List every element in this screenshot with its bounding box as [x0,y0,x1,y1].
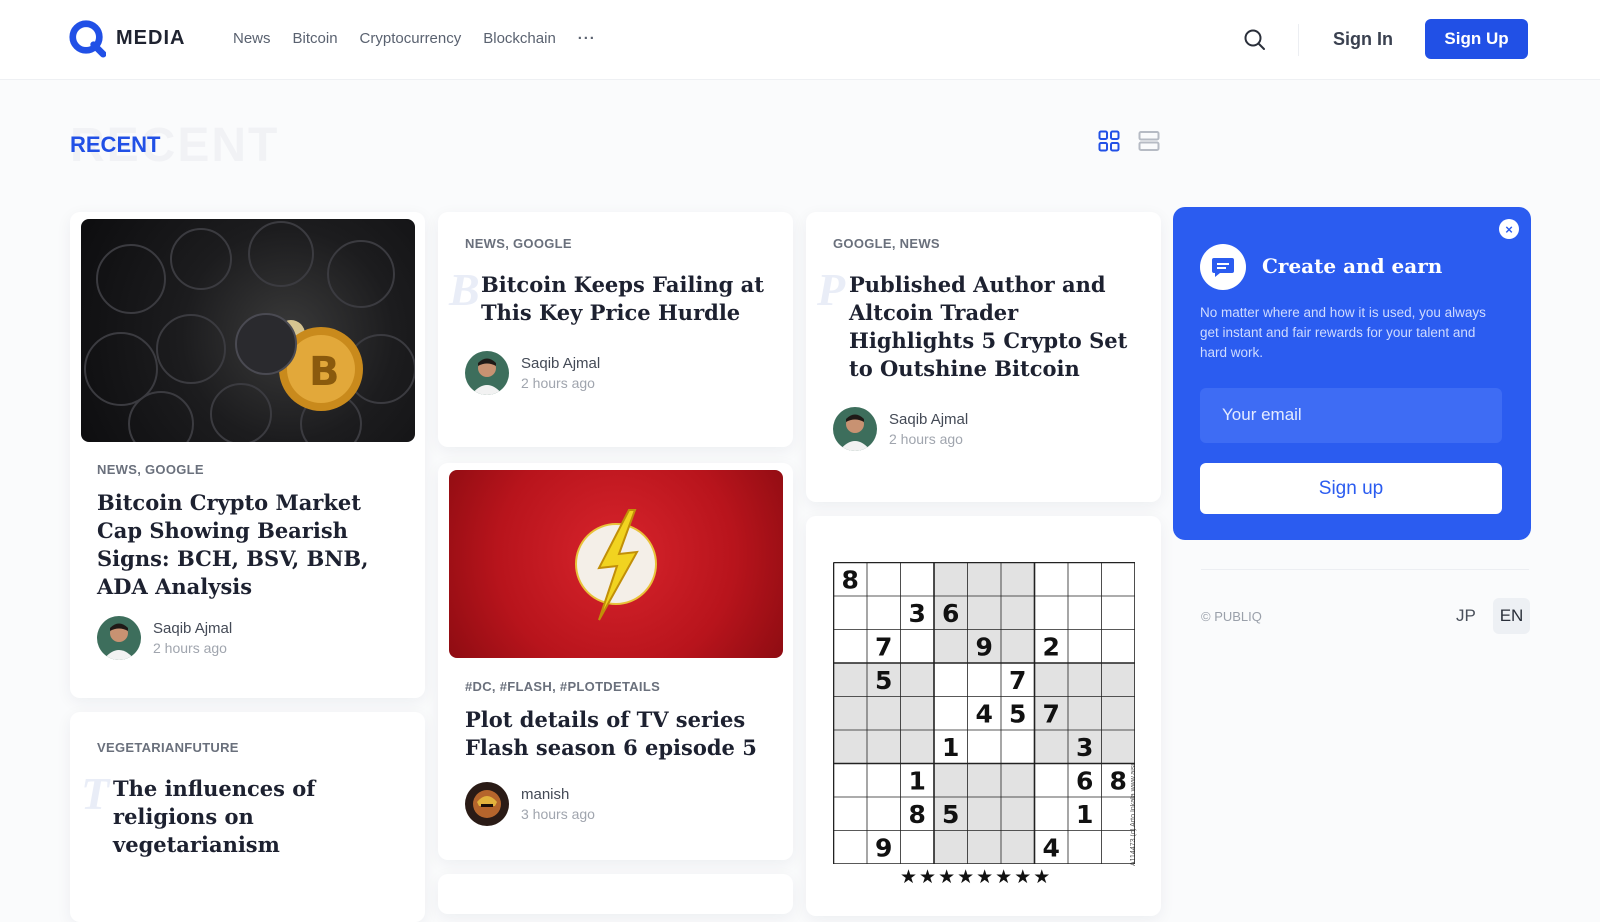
post-time: 2 hours ago [153,640,227,656]
create-earn-promo: × Create and earn No matter where and ho… [1173,207,1531,540]
language-jp-button[interactable]: JP [1456,606,1476,626]
nav-cryptocurrency[interactable]: Cryptocurrency [360,30,462,47]
copyright: © PUBLIQ [1201,609,1262,624]
sudoku-cell-value: 5 [1009,699,1026,728]
article-author: Saqib Ajmal 2 hours ago [833,407,1133,451]
sudoku-cell-value: 7 [1009,666,1026,695]
article-title[interactable]: The influences of religions on vegetaria… [113,775,397,859]
sudoku-cell-value: 1 [942,733,959,762]
sudoku-cell-value: 4 [1043,833,1060,862]
promo-description: No matter where and how it is used, you … [1200,305,1486,360]
article-image-flash [449,470,783,658]
sudoku-cell-value: 3 [909,599,926,628]
title-initial-ghost: B [449,264,480,315]
article-image-bitcoin: B [81,219,415,442]
title-initial-ghost: T [81,768,110,819]
post-time: 2 hours ago [889,431,963,447]
article-card-price-hurdle[interactable]: NEWS, GOOGLE B Bitcoin Keeps Failing at … [438,212,793,447]
sudoku-cell-value: 4 [976,699,993,728]
avatar[interactable] [465,782,509,826]
promo-title: Create and earn [1262,254,1443,278]
article-tags[interactable]: VEGETARIANFUTURE [97,740,397,755]
sudoku-cell-value: 5 [875,666,892,695]
email-field[interactable]: Your email [1200,388,1502,443]
article-title[interactable]: Published Author and Altcoin Trader High… [849,271,1133,383]
section-title: RECENT [70,132,161,157]
sign-in-button[interactable]: Sign In [1333,29,1393,50]
sudoku-cell-value: 7 [875,632,892,661]
footer-divider [1201,569,1529,570]
logo-text: MEDIA [116,26,186,49]
article-title[interactable]: Bitcoin Keeps Failing at This Key Price … [481,271,765,327]
sudoku-cell-value: 7 [1043,699,1060,728]
article-author: manish 3 hours ago [465,782,775,826]
sudoku-stars: ★★★★★★★★ [900,867,1053,888]
nav-bitcoin[interactable]: Bitcoin [293,30,338,47]
main-nav: News Bitcoin Cryptocurrency Blockchain ·… [233,30,596,47]
sudoku-cell-value: 6 [1076,766,1093,795]
article-title[interactable]: Bitcoin Crypto Market Cap Showing Bearis… [97,489,397,601]
sudoku-cell-value: 3 [1076,733,1093,762]
logo-icon [69,20,106,58]
author-name[interactable]: Saqib Ajmal [153,620,232,637]
svg-text:B: B [309,349,340,395]
article-card-partial[interactable] [438,874,793,914]
avatar[interactable] [833,407,877,451]
top-navbar: MEDIA News Bitcoin Cryptocurrency Blockc… [0,0,1600,80]
article-tags[interactable]: GOOGLE, NEWS [833,236,1133,251]
avatar[interactable] [97,616,141,660]
avatar[interactable] [465,351,509,395]
sudoku-cell-value: 8 [909,800,926,829]
author-name[interactable]: Saqib Ajmal [521,355,600,372]
grid-view-icon[interactable] [1098,130,1120,152]
list-view-icon[interactable] [1138,130,1160,152]
article-tags[interactable]: NEWS, GOOGLE [97,462,397,477]
language-en-button[interactable]: EN [1493,598,1530,634]
title-initial-ghost: P [817,264,846,315]
article-card-flash[interactable]: #DC, #FLASH, #PLOTDETAILS Plot details o… [438,463,793,860]
sudoku-cell-value: 2 [1043,632,1060,661]
article-author: Saqib Ajmal 2 hours ago [465,351,765,395]
promo-sign-up-button[interactable]: Sign up [1200,463,1502,514]
logo[interactable]: MEDIA [68,18,185,58]
article-card-vegetarian[interactable]: VEGETARIANFUTURE T The influences of rel… [70,712,425,922]
flash-logo-icon [575,509,657,621]
nav-more-button[interactable]: ··· [578,30,596,47]
sudoku-cell-value: 1 [909,766,926,795]
article-card-bitcoin-market-cap[interactable]: B NEWS, GOOGLE Bitcoin Crypto Market Cap… [70,212,425,698]
sudoku-cell-value: 8 [1110,766,1127,795]
sudoku-cell-value: 8 [842,565,859,594]
article-title[interactable]: Plot details of TV series Flash season 6… [465,706,775,762]
post-time: 2 hours ago [521,375,595,391]
sudoku-cell-value: 5 [942,800,959,829]
coins-illustration: B [84,221,415,442]
nav-blockchain[interactable]: Blockchain [483,30,556,47]
sudoku-cell-value: 9 [976,632,993,661]
author-name[interactable]: manish [521,786,595,803]
header-divider [1298,24,1299,56]
article-tags[interactable]: #DC, #FLASH, #PLOTDETAILS [465,679,775,694]
chat-icon [1200,244,1246,290]
author-name[interactable]: Saqib Ajmal [889,411,968,428]
sudoku-cell-value: 6 [942,599,959,628]
article-tags[interactable]: NEWS, GOOGLE [465,236,765,251]
post-time: 3 hours ago [521,806,595,822]
sudoku-puzzle: 83 67 9 25 74 5 71 31 6 88 5 19 4 [833,562,1135,864]
nav-news[interactable]: News [233,30,271,47]
article-card-altcoin-trader[interactable]: GOOGLE, NEWS P Published Author and Altc… [806,212,1161,502]
sudoku-cell-value: 9 [875,833,892,862]
search-icon[interactable] [1242,27,1268,53]
sign-up-button[interactable]: Sign Up [1425,19,1528,59]
article-author: Saqib Ajmal 2 hours ago [97,616,397,660]
sudoku-cell-value: 1 [1076,800,1093,829]
close-button[interactable]: × [1499,219,1519,239]
